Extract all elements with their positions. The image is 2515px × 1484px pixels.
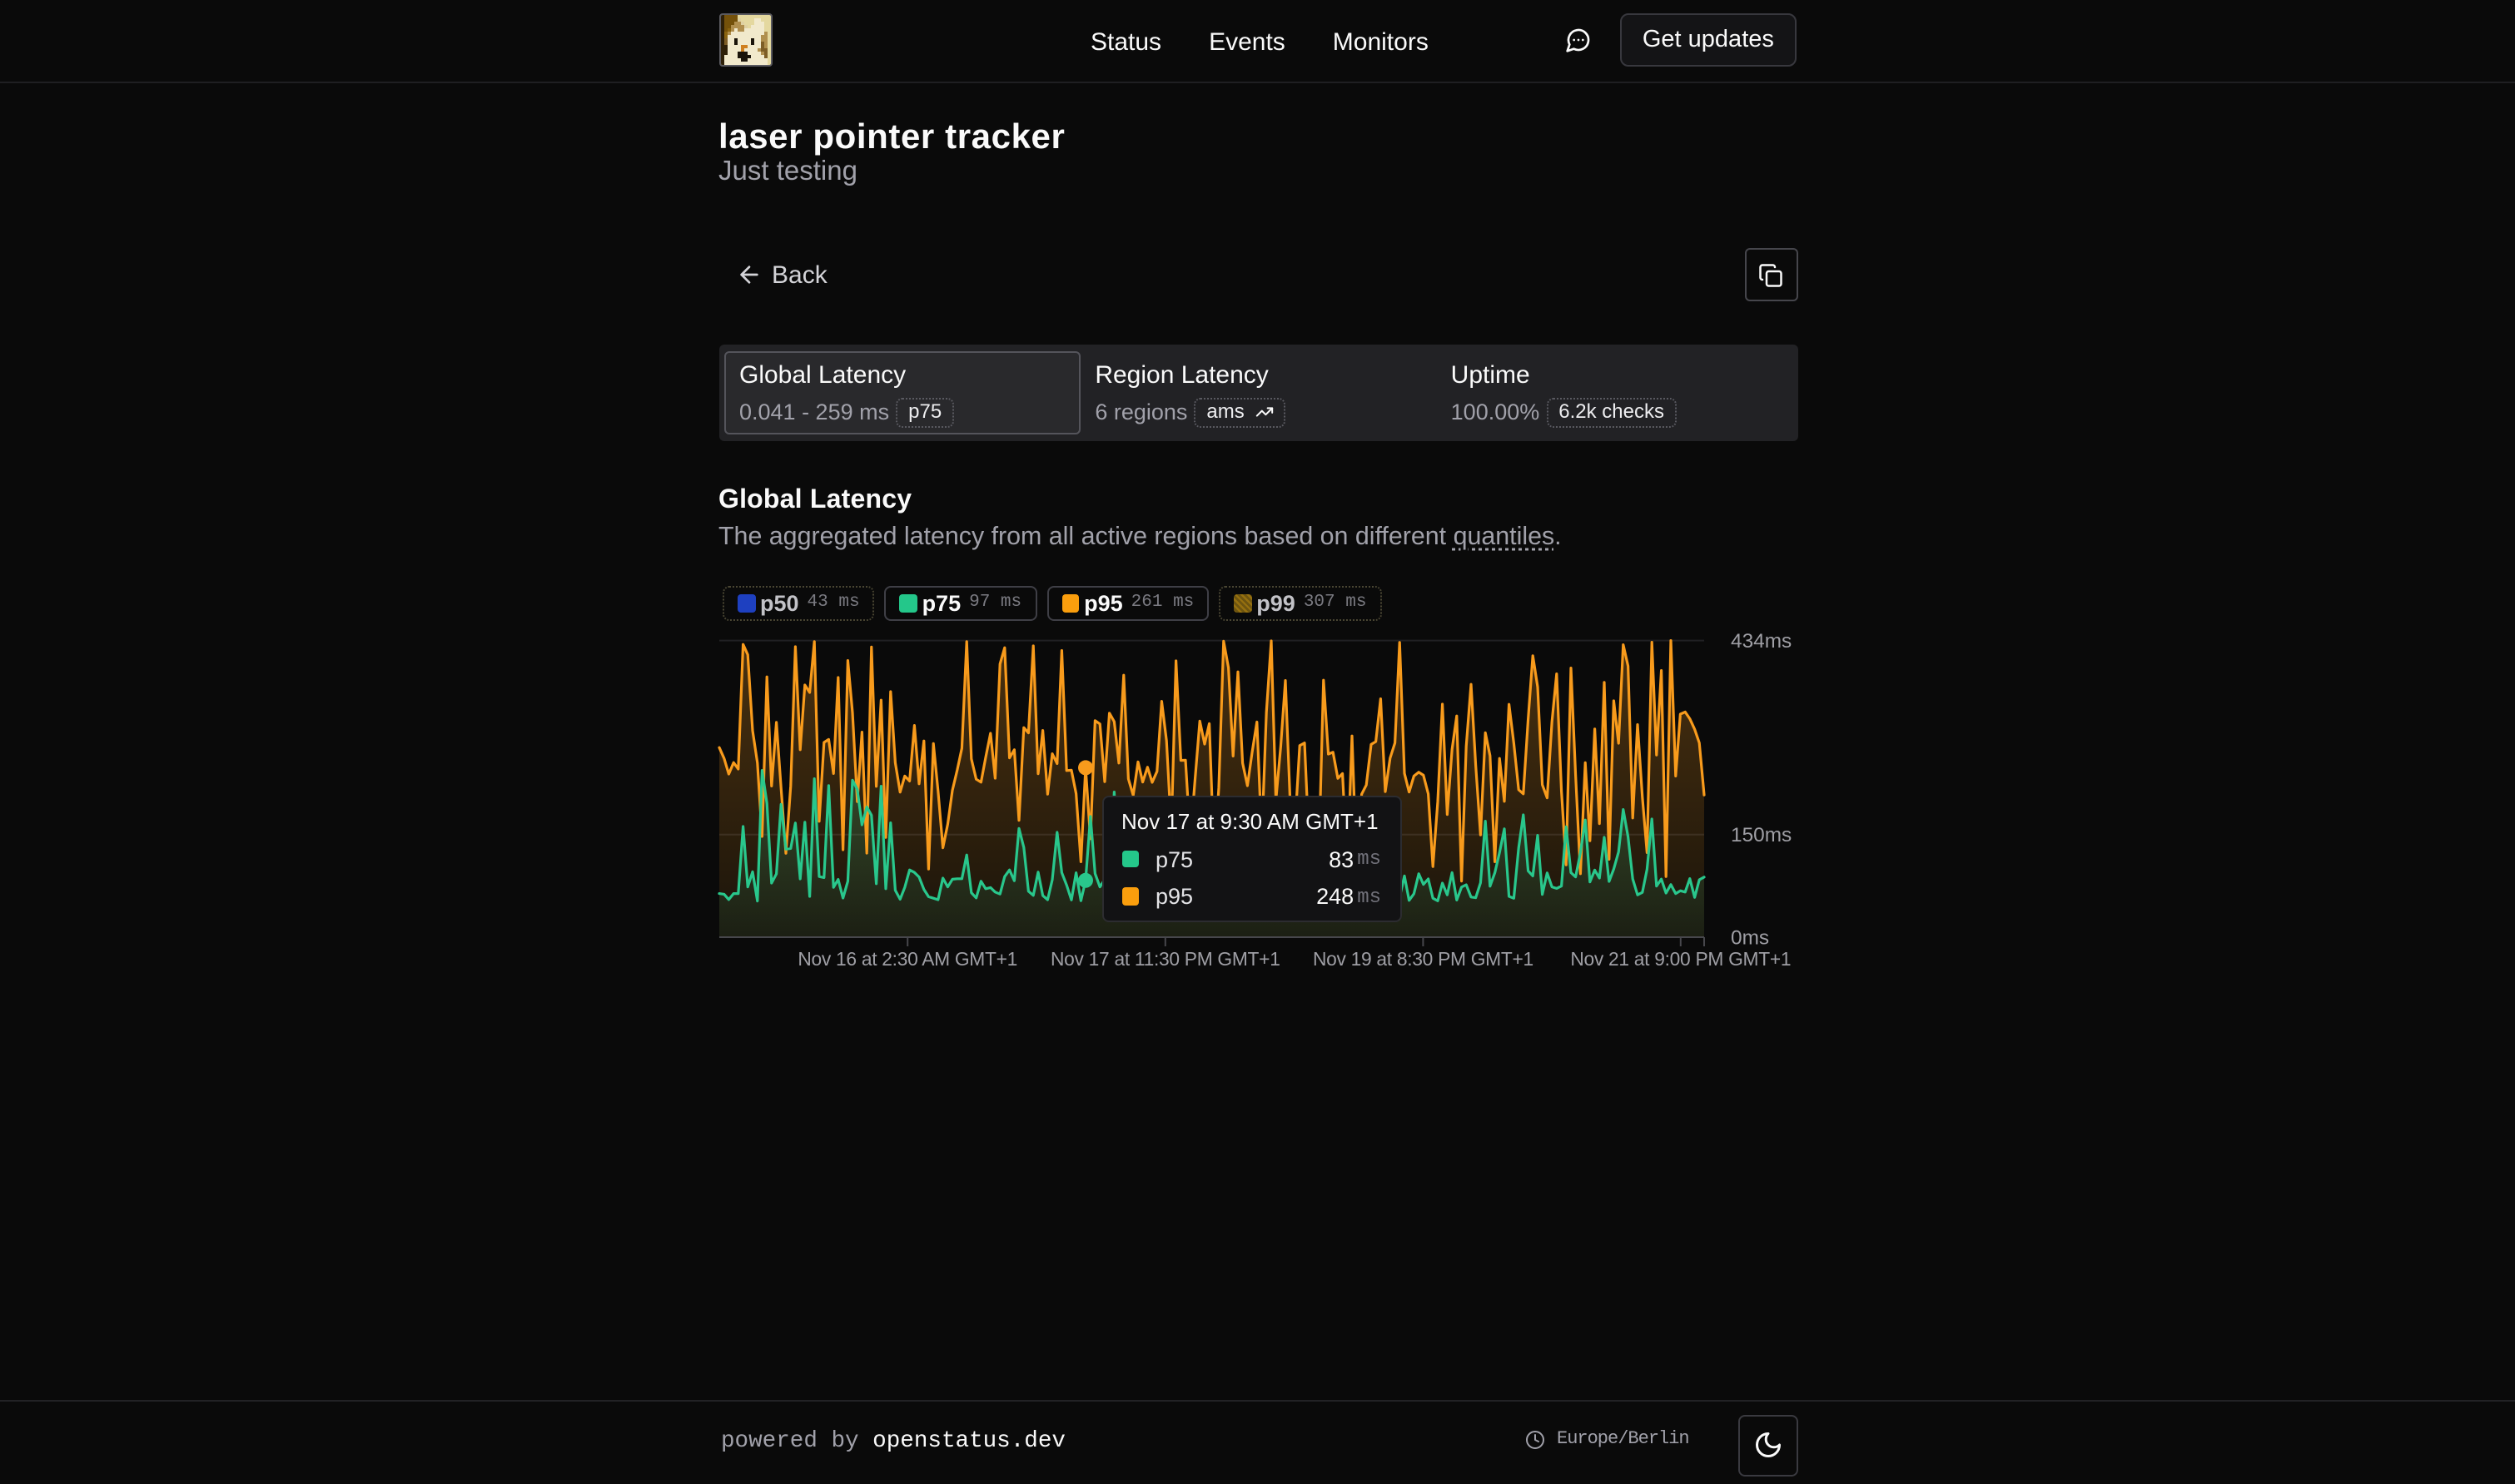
svg-text:Nov 19 at 8:30 PM GMT+1: Nov 19 at 8:30 PM GMT+1 bbox=[1312, 948, 1533, 970]
svg-text:0ms: 0ms bbox=[1730, 926, 1768, 949]
svg-text:150ms: 150ms bbox=[1730, 824, 1791, 846]
svg-text:Nov 17 at 11:30 PM GMT+1: Nov 17 at 11:30 PM GMT+1 bbox=[1050, 948, 1280, 970]
svg-text:434ms: 434ms bbox=[1730, 630, 1791, 653]
svg-text:Nov 16 at 2:30 AM GMT+1: Nov 16 at 2:30 AM GMT+1 bbox=[797, 948, 1016, 970]
svg-text:Nov 21 at 9:00 PM GMT+1: Nov 21 at 9:00 PM GMT+1 bbox=[1569, 948, 1790, 970]
